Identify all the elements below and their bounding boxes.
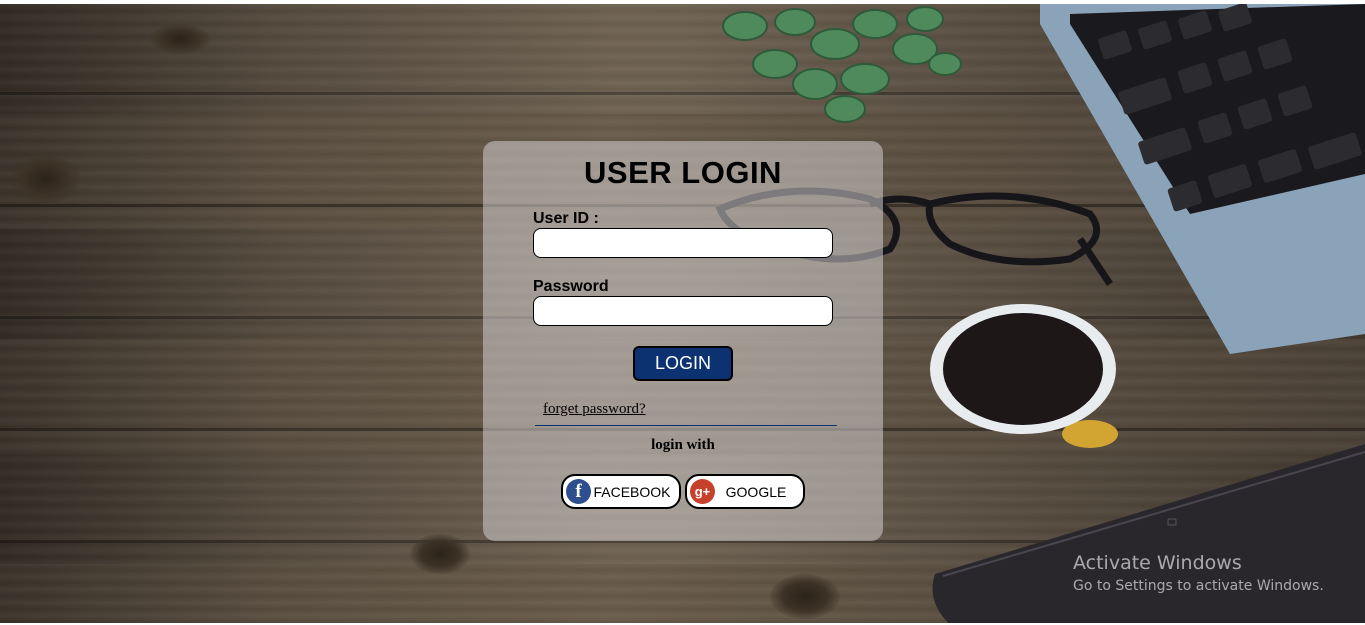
google-login-button[interactable]: g+ GOOGLE xyxy=(685,474,805,509)
login-button[interactable]: LOGIN xyxy=(633,346,733,381)
facebook-button-label: FACEBOOK xyxy=(593,483,671,500)
tablet-image xyxy=(932,444,1365,623)
divider xyxy=(535,425,837,426)
facebook-login-button[interactable]: f FACEBOOK xyxy=(561,474,681,509)
user-id-label: User ID : xyxy=(533,210,599,227)
wood-knot xyxy=(770,574,840,619)
wood-knot xyxy=(10,154,80,204)
login-card: USER LOGIN User ID : Password LOGIN forg… xyxy=(483,141,883,541)
wood-knot xyxy=(150,24,210,54)
wood-knot xyxy=(410,534,470,574)
password-label: Password xyxy=(533,278,609,295)
facebook-icon: f xyxy=(566,479,591,504)
user-id-input[interactable] xyxy=(533,228,833,258)
password-input[interactable] xyxy=(533,296,833,326)
watermark-title: Activate Windows xyxy=(1073,552,1242,574)
login-with-label: login with xyxy=(651,437,715,453)
laptop-image xyxy=(1040,4,1365,354)
google-plus-icon: g+ xyxy=(690,479,715,504)
watermark-subtitle: Go to Settings to activate Windows. xyxy=(1073,578,1324,594)
login-title: USER LOGIN xyxy=(584,155,782,190)
google-button-label: GOOGLE xyxy=(725,483,787,500)
activate-windows-watermark: Activate Windows Go to Settings to activ… xyxy=(1073,552,1324,594)
succulent-plant-image xyxy=(722,6,962,123)
forget-password-link[interactable]: forget password? xyxy=(543,401,646,418)
